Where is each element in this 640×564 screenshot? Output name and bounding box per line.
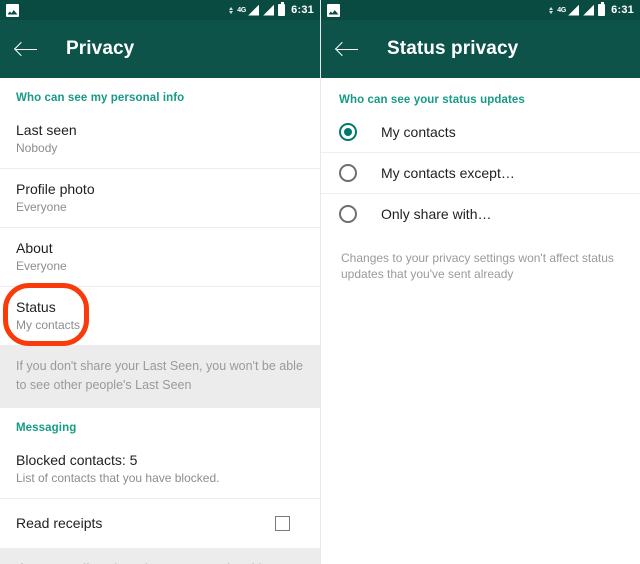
radio-label: Only share with… [381, 206, 492, 222]
setting-row-read-receipts[interactable]: Read receipts [0, 499, 320, 548]
app-bar-status-privacy: Status privacy [321, 20, 640, 78]
data-transfer-icon [549, 4, 554, 16]
page-title: Status privacy [387, 38, 519, 59]
row-title: Status [16, 299, 56, 315]
radio-option-only-share-with[interactable]: Only share with… [321, 194, 640, 234]
app-bar-privacy: Privacy [0, 20, 320, 78]
page-title: Privacy [66, 38, 135, 59]
radio-label: My contacts [381, 124, 456, 140]
row-subtitle: Everyone [16, 259, 67, 273]
privacy-settings-list: Who can see my personal info Last seen N… [0, 78, 320, 564]
status-bar-2: 4G 6:31 [321, 0, 640, 20]
clock-label: 6:31 [291, 4, 314, 16]
back-arrow-icon[interactable] [14, 36, 40, 62]
status-bar-right-2: 4G 6:31 [549, 2, 634, 16]
battery-icon [278, 2, 286, 16]
data-transfer-icon [229, 4, 234, 16]
status-bar-left-2 [327, 3, 549, 17]
status-bar-left [6, 3, 229, 17]
setting-row-status[interactable]: Status My contacts [0, 287, 320, 345]
row-title: Read receipts [16, 515, 103, 531]
section-header-status-updates: Who can see your status updates [339, 94, 525, 106]
radio-unselected-icon[interactable] [339, 205, 357, 223]
back-arrow-icon[interactable] [335, 36, 361, 62]
network-type-label: 4G [557, 7, 567, 14]
image-icon [327, 3, 340, 17]
radio-selected-icon[interactable] [339, 123, 357, 141]
signal-bars-icon-2 [583, 4, 595, 16]
row-title: Blocked contacts: 5 [16, 452, 138, 468]
signal-bars-icon-2 [263, 4, 275, 16]
row-subtitle: Nobody [16, 141, 58, 155]
section-header-messaging: Messaging [16, 422, 77, 434]
status-privacy-screen: 4G 6:31 Status privacy Who can see your … [320, 0, 640, 564]
radio-option-my-contacts[interactable]: My contacts [321, 112, 640, 153]
radio-label: My contacts except… [381, 165, 515, 181]
footnote-text: Changes to your privacy settings won't a… [341, 251, 614, 281]
checkbox-unchecked-icon[interactable] [275, 516, 290, 531]
network-type-label: 4G [237, 7, 247, 14]
status-bar-right: 4G 6:31 [229, 2, 314, 16]
row-subtitle: List of contacts that you have blocked. [16, 471, 220, 485]
info-text-read-receipts: If you turn off read receipts, you won't… [0, 548, 320, 564]
radio-option-my-contacts-except[interactable]: My contacts except… [321, 153, 640, 194]
row-title: Profile photo [16, 181, 95, 197]
battery-icon [598, 2, 606, 16]
setting-row-about[interactable]: About Everyone [0, 228, 320, 287]
status-privacy-options: Who can see your status updates My conta… [321, 78, 640, 282]
section-header-personal-info: Who can see my personal info [16, 92, 185, 104]
row-title: About [16, 240, 53, 256]
setting-row-blocked-contacts[interactable]: Blocked contacts: 5 List of contacts tha… [0, 440, 320, 499]
row-subtitle: Everyone [16, 200, 67, 214]
privacy-screen: 4G 6:31 Privacy Who can see my personal … [0, 0, 320, 564]
radio-unselected-icon[interactable] [339, 164, 357, 182]
image-icon [6, 3, 19, 17]
row-subtitle: My contacts [16, 318, 81, 332]
setting-row-last-seen[interactable]: Last seen Nobody [0, 110, 320, 169]
status-bar: 4G 6:31 [0, 0, 320, 20]
setting-row-profile-photo[interactable]: Profile photo Everyone [0, 169, 320, 228]
signal-bars-icon [568, 4, 580, 16]
screenshot-pair: 4G 6:31 Privacy Who can see my personal … [0, 0, 640, 564]
info-text-last-seen: If you don't share your Last Seen, you w… [0, 345, 320, 408]
clock-label: 6:31 [611, 4, 634, 16]
signal-bars-icon [248, 4, 260, 16]
row-title: Last seen [16, 122, 77, 138]
